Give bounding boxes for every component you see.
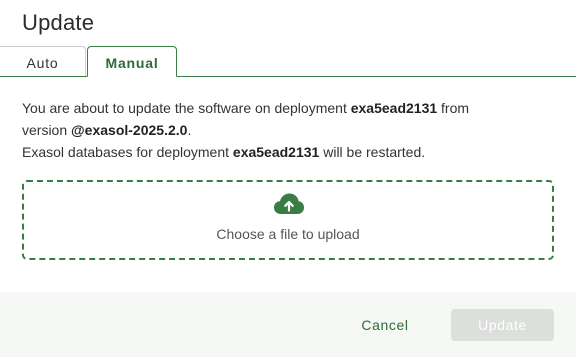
file-upload-dropzone[interactable]: Choose a file to upload: [22, 180, 554, 260]
cancel-button[interactable]: Cancel: [344, 309, 426, 341]
cloud-upload-icon: [274, 193, 304, 214]
update-dialog: Update Auto Manual You are about to upda…: [0, 0, 576, 357]
tab-manual[interactable]: Manual: [87, 46, 177, 77]
update-button[interactable]: Update: [451, 309, 554, 341]
deployment-name: exa5ead2131: [232, 144, 320, 160]
tab-auto[interactable]: Auto: [0, 46, 86, 76]
message-text: from: [437, 100, 470, 116]
update-message: You are about to update the software on …: [22, 97, 552, 163]
version-name: @exasol-2025.2.0: [71, 122, 188, 138]
deployment-name: exa5ead2131: [350, 100, 438, 116]
tab-bar: Auto Manual: [0, 46, 576, 77]
message-text: .: [187, 122, 192, 138]
message-text: version: [22, 122, 72, 138]
message-text: You are about to update the software on …: [22, 100, 351, 116]
dropzone-label: Choose a file to upload: [216, 226, 360, 242]
message-text: Exasol databases for deployment: [22, 144, 233, 160]
message-text: will be restarted.: [319, 144, 426, 160]
dialog-title: Update: [22, 10, 95, 35]
